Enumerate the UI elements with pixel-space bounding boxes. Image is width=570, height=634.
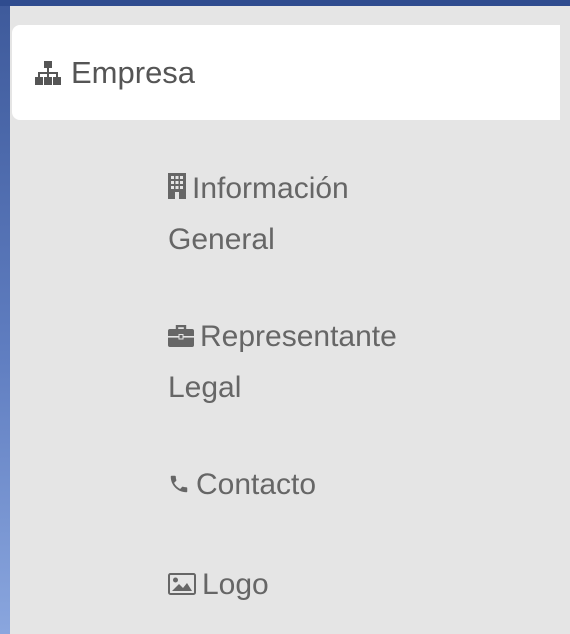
submenu-item-contacto[interactable]: Contacto (168, 460, 468, 511)
building-icon (168, 165, 186, 215)
submenu-item-label-line2: Legal (168, 371, 242, 404)
menu-header-empresa[interactable]: Empresa (12, 25, 560, 120)
menu-header-label: Empresa (71, 54, 196, 90)
submenu-item-label: Representante (200, 320, 397, 353)
image-icon (168, 561, 196, 611)
briefcase-icon (168, 313, 194, 363)
submenu-item-informacion-general[interactable]: Información General (168, 164, 468, 265)
submenu-item-label: Contacto (196, 468, 317, 501)
submenu-item-label: Logo (202, 568, 269, 601)
sitemap-icon (35, 60, 61, 86)
submenu-item-label-line2: General (168, 223, 275, 256)
phone-icon (168, 461, 190, 511)
submenu-item-label: Información (192, 172, 349, 205)
submenu-item-logo[interactable]: Logo (168, 560, 468, 611)
submenu-item-representante-legal[interactable]: Representante Legal (168, 312, 468, 413)
